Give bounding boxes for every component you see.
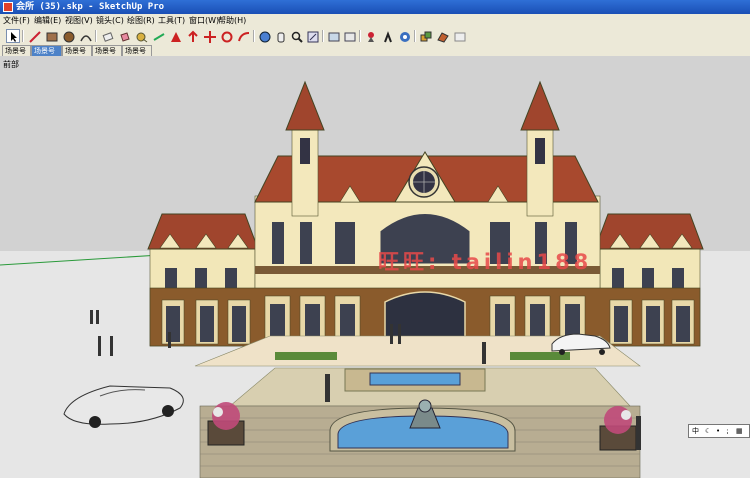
next-view-icon[interactable] [342,29,356,43]
look-around-icon[interactable] [397,29,411,43]
arc-icon[interactable] [78,29,92,43]
title-bar: 会所 (35).skp - SketchUp Pro [0,0,750,14]
follow-me-icon[interactable] [236,29,250,43]
tab-scene-1[interactable]: 场景号1 [2,45,31,66]
main-toolbar [0,27,750,46]
menu-bar: 文件(F) 编辑(E) 视图(V) 镜头(C) 绘图(R) 工具(T) 窗口(W… [0,14,750,28]
styles-icon[interactable] [452,29,466,43]
materials-icon[interactable] [435,29,449,43]
ime-keyboard-icon[interactable]: ▦ [736,425,743,437]
circle-icon[interactable] [61,29,75,43]
pan-icon[interactable] [273,29,287,43]
building-render [0,56,750,478]
components-icon[interactable] [418,29,432,43]
ime-moon-icon[interactable]: ☾ [705,425,711,437]
watermark-text: 旺旺: tailin188 [378,250,593,274]
paint-bucket-icon[interactable] [117,29,131,43]
menu-file[interactable]: 文件(F) [3,14,30,27]
text-icon[interactable] [168,29,182,43]
sketchup-app-icon[interactable] [3,2,13,12]
zoom-icon[interactable] [289,29,303,43]
camera-view-label: 前部 [3,60,19,69]
tab-scene-4[interactable]: 场景号4 [122,45,152,66]
orbit-icon[interactable] [257,29,271,43]
menu-window[interactable]: 窗口(W) [189,14,219,27]
menu-tools[interactable]: 工具(T) [158,14,185,27]
window-title: 会所 (35).skp - SketchUp Pro [16,2,165,12]
menu-help[interactable]: 帮助(H) [218,14,246,27]
select-icon[interactable] [6,29,20,43]
rotate-icon[interactable] [219,29,233,43]
ime-lang[interactable]: 中 [692,425,699,437]
menu-camera[interactable]: 镜头(C) [96,14,124,27]
walk-icon[interactable] [380,29,394,43]
ime-punct-icon[interactable]: ⁏ [726,425,728,437]
menu-view[interactable]: 视图(V) [65,14,93,27]
ime-status-bar[interactable]: 中 ☾ • ⁏ ▦ [688,424,750,438]
previous-view-icon[interactable] [326,29,340,43]
position-camera-icon[interactable] [363,29,377,43]
move-icon[interactable] [202,29,216,43]
model-viewport[interactable]: 前部 旺旺: tailin188 [0,56,750,478]
tape-measure-icon[interactable] [134,29,148,43]
scene-tabs: 场景号1 场景号2 场景号2 场景号3 场景号4 [0,45,750,66]
menu-draw[interactable]: 绘图(R) [127,14,155,27]
tab-scene-2[interactable]: 场景号2 [62,45,92,66]
tab-scene-3[interactable]: 场景号3 [92,45,122,66]
rectangle-icon[interactable] [44,29,58,43]
eraser-icon[interactable] [100,29,114,43]
line-icon[interactable] [27,29,41,43]
zoom-extents-icon[interactable] [305,29,319,43]
dimension-icon[interactable] [151,29,165,43]
menu-edit[interactable]: 编辑(E) [34,14,61,27]
push-pull-icon[interactable] [185,29,199,43]
tab-scene-2-active[interactable]: 场景号2 [31,45,62,66]
ime-dot-icon[interactable]: • [716,425,720,437]
